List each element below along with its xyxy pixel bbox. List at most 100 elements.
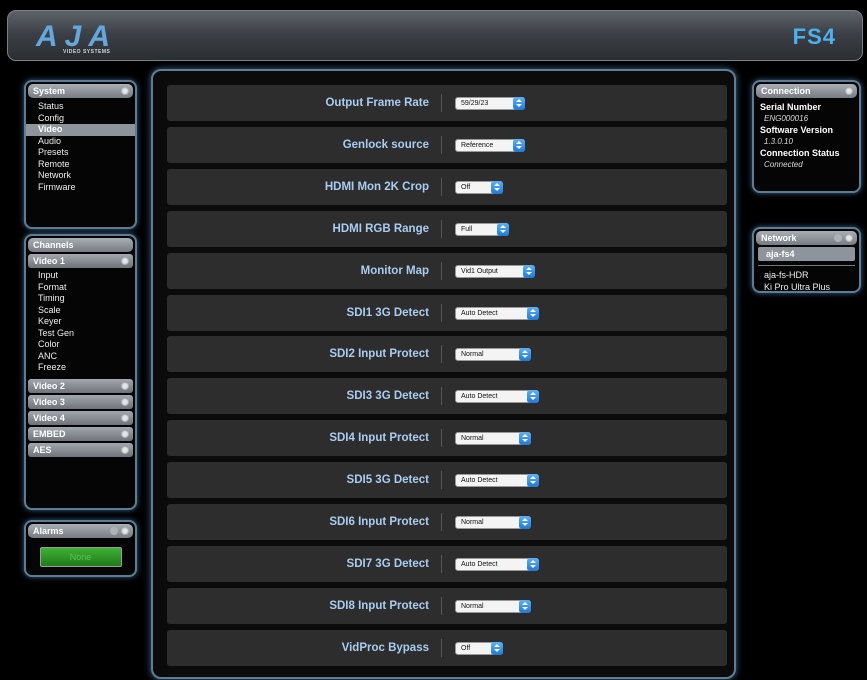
video3-header[interactable]: Video 3 [28,394,133,409]
setting-dropdown[interactable]: Normal [455,599,531,613]
dropdown-arrow-icon[interactable] [519,516,531,529]
dropdown-arrow-icon[interactable] [527,390,539,404]
dropdown-arrow-icon[interactable] [519,348,531,362]
video4-header[interactable]: Video 4 [28,410,133,425]
setting-dropdown[interactable]: Normal [455,432,531,446]
connection-status-label: Connection Status [760,148,840,158]
nav-timing[interactable]: Timing [26,293,135,305]
dropdown-value: Normal [461,351,484,359]
setting-label: HDMI RGB Range [332,222,429,235]
nav-status[interactable]: Status [26,101,135,113]
nav-scale[interactable]: Scale [26,305,135,317]
dropdown-arrow-icon[interactable] [491,180,503,194]
dropdown-value: Off [461,183,471,191]
dropdown-value: Auto Detect [461,393,498,401]
collapse-icon[interactable] [845,87,853,95]
collapse-icon[interactable] [845,234,853,242]
dropdown-arrow-icon[interactable] [527,557,539,571]
dropdown-value: Auto Detect [461,477,498,485]
nav-firmware[interactable]: Firmware [26,182,135,194]
software-version-value: 1.3.0.10 [764,137,793,146]
nav-format[interactable]: Format [26,282,135,294]
video1-header[interactable]: Video 1 [28,254,133,268]
dropdown-arrow-icon[interactable] [491,641,503,655]
video2-title: Video 2 [33,380,65,391]
setting-dropdown[interactable]: Vid1 Output [455,264,535,278]
setting-dropdown[interactable]: Normal [455,348,531,362]
setting-label: HDMI Mon 2K Crop [324,180,429,193]
setting-label: SDI5 3G Detect [346,474,429,487]
nav-anc[interactable]: ANC [26,351,135,363]
nav-freeze[interactable]: Freeze [26,362,135,374]
dropdown-value: Normal [461,602,484,610]
dropdown-arrow-icon[interactable] [513,97,525,110]
dropdown-value: Reference [461,141,494,149]
nav-input[interactable]: Input [26,270,135,282]
nav-audio[interactable]: Audio [26,136,135,148]
network-panel: Network aja-fs4 aja-fs-HDR Ki Pro Ultra … [752,227,861,293]
video2-header[interactable]: Video 2 [28,378,133,393]
setting-dropdown[interactable]: Full [455,222,509,236]
network-current-label: aja-fs4 [766,249,795,259]
setting-dropdown[interactable]: 59/29/23 [455,97,525,110]
setting-dropdown[interactable]: Auto Detect [455,306,539,320]
nav-keyer[interactable]: Keyer [26,316,135,328]
alarms-title: Alarms [33,526,64,536]
serial-number-value: ENG000016 [764,114,809,123]
collapse-icon[interactable] [121,257,129,265]
dropdown-arrow-icon[interactable] [513,138,525,152]
dropdown-arrow-icon[interactable] [519,599,531,613]
refresh-icon[interactable] [834,234,842,242]
divider [441,94,442,112]
setting-row: SDI3 3G Detect Auto Detect [167,378,727,415]
network-device[interactable]: Ki Pro Ultra Plus [754,282,859,294]
aes-header[interactable]: AES [28,442,133,457]
setting-row: VidProc Bypass Off [167,629,727,666]
dropdown-value: Normal [461,519,484,526]
setting-row: Genlock source Reference [167,126,727,163]
dropdown-arrow-icon[interactable] [497,222,509,236]
collapse-icon[interactable] [121,527,129,535]
setting-row: SDI6 Input Protect Normal [167,504,727,540]
nav-color[interactable]: Color [26,339,135,351]
network-current-device[interactable]: aja-fs4 [758,247,855,261]
alarms-panel: Alarms None [24,520,137,577]
expand-icon[interactable] [121,397,129,406]
setting-dropdown[interactable]: Auto Detect [455,557,539,571]
collapse-icon[interactable] [121,87,129,95]
network-device[interactable]: aja-fs-HDR [754,270,859,282]
expand-icon[interactable] [121,413,129,422]
dropdown-arrow-icon[interactable] [523,264,535,278]
setting-dropdown[interactable]: Auto Detect [455,474,539,488]
alarm-status-text: None [69,552,92,562]
refresh-icon[interactable] [110,527,118,535]
expand-icon[interactable] [121,445,129,454]
expand-icon[interactable] [121,429,129,438]
setting-dropdown[interactable]: Off [455,180,503,194]
dropdown-value: Auto Detect [461,309,498,317]
nav-video[interactable]: Video [26,124,135,136]
network-panel-header[interactable]: Network [756,231,857,245]
dropdown-value: 59/29/23 [461,100,489,107]
dropdown-value: Off [461,644,471,652]
embed-header[interactable]: EMBED [28,426,133,441]
setting-dropdown[interactable]: Off [455,641,503,655]
dropdown-arrow-icon[interactable] [527,306,539,320]
setting-dropdown[interactable]: Auto Detect [455,390,539,404]
expand-icon[interactable] [121,381,129,390]
setting-row: HDMI Mon 2K Crop Off [167,168,727,205]
connection-panel-header[interactable]: Connection [756,84,857,98]
nav-remote[interactable]: Remote [26,159,135,171]
nav-test-gen[interactable]: Test Gen [26,328,135,340]
dropdown-arrow-icon[interactable] [527,474,539,488]
dropdown-arrow-icon[interactable] [519,432,531,446]
setting-dropdown[interactable]: Normal [455,516,531,529]
setting-dropdown[interactable]: Reference [455,138,525,152]
setting-row: HDMI RGB Range Full [167,210,727,247]
nav-config[interactable]: Config [26,113,135,125]
alarms-panel-header[interactable]: Alarms [28,524,133,538]
nav-presets[interactable]: Presets [26,147,135,159]
system-panel-header[interactable]: System [28,84,133,98]
divider [441,513,442,531]
nav-network[interactable]: Network [26,170,135,182]
